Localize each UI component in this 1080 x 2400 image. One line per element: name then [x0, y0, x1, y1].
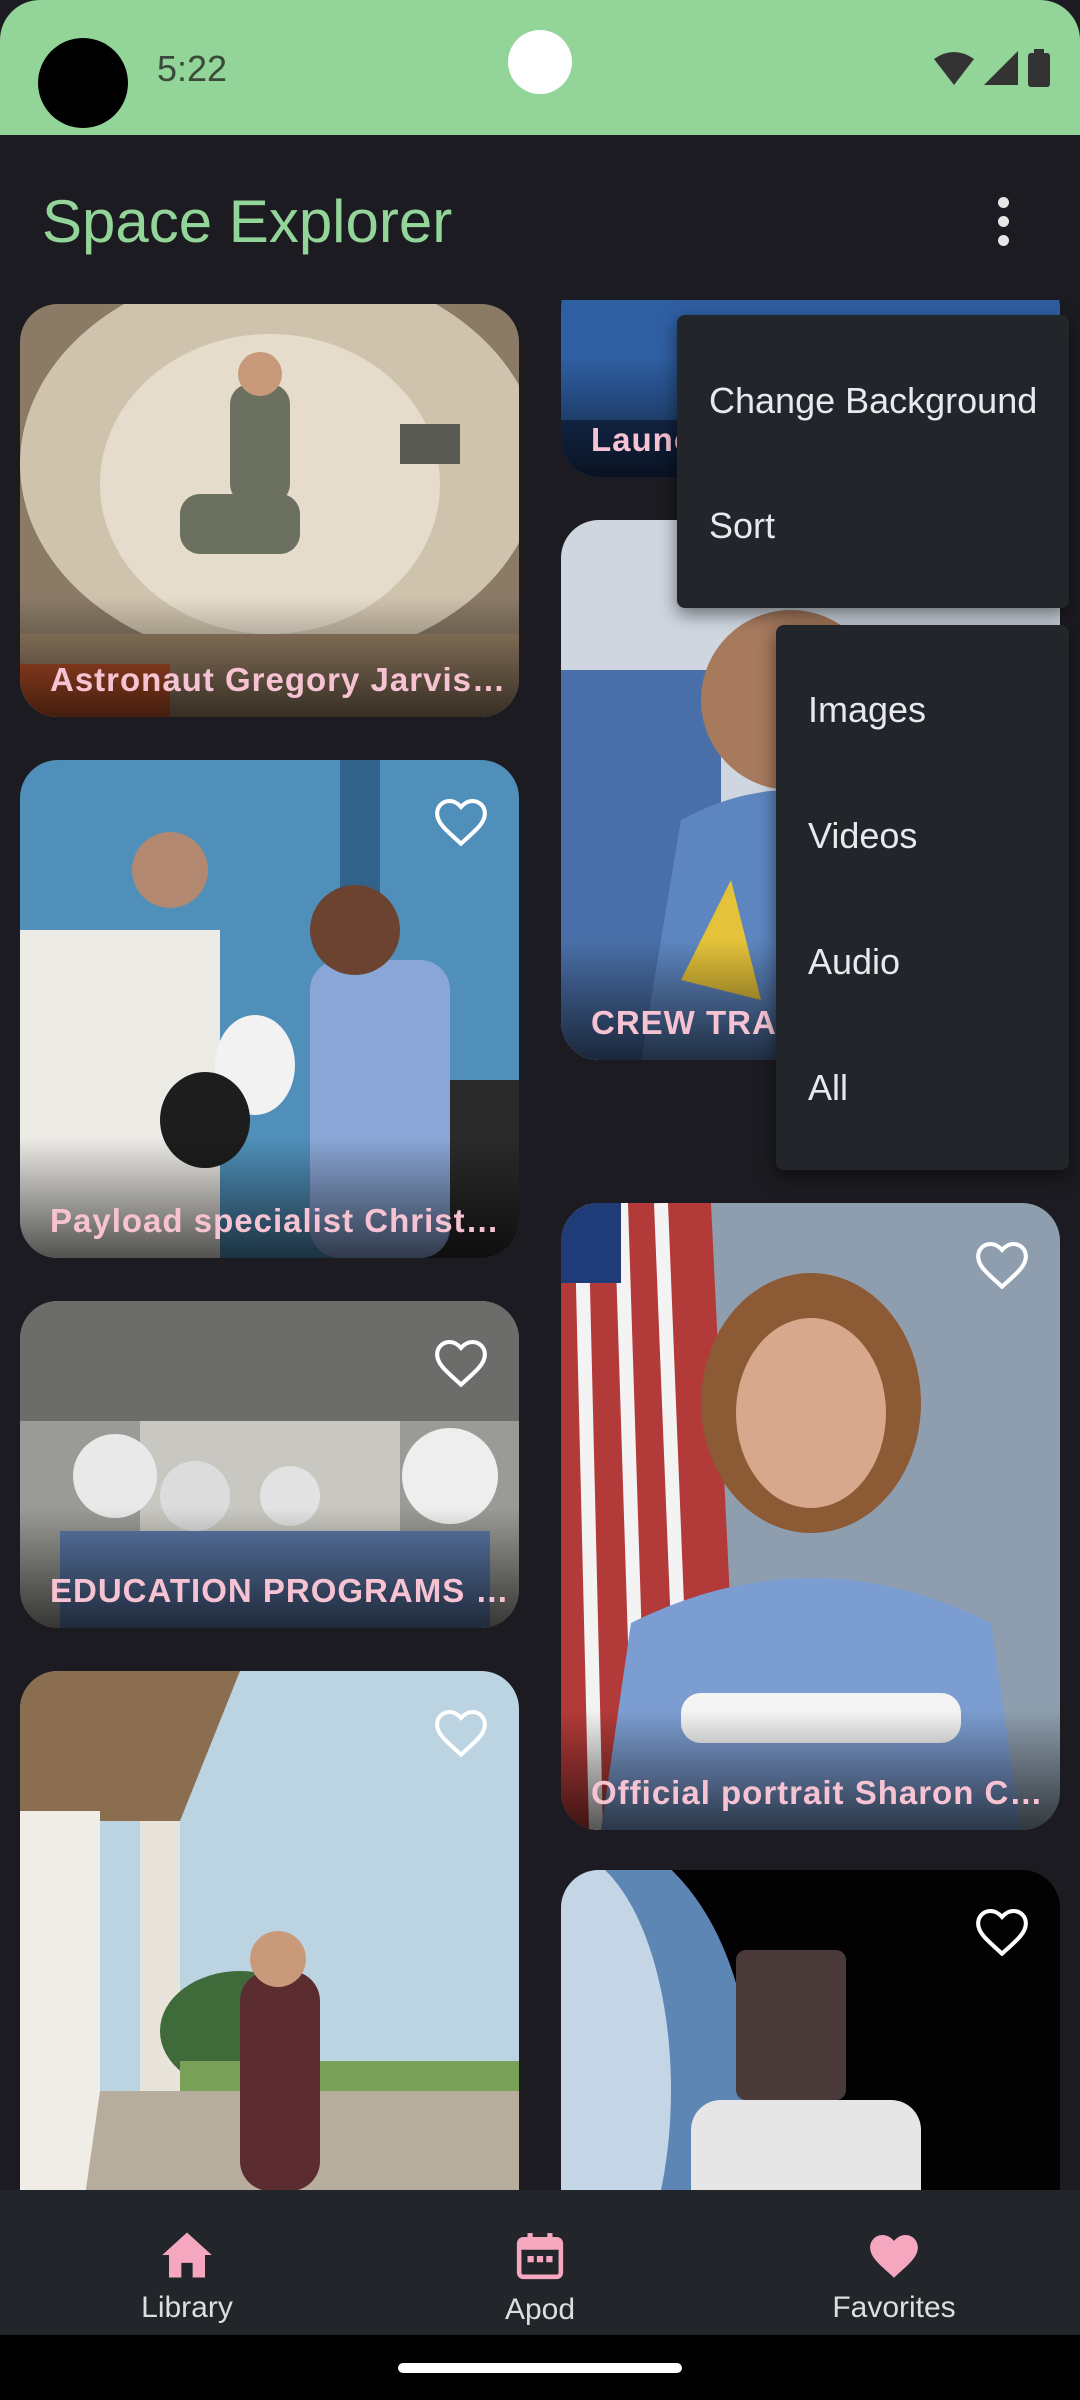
nav-label: Apod	[504, 2293, 576, 2326]
overflow-menu: Change Background Sort	[677, 315, 1069, 608]
card-caption: Official portrait Sharon Chr...	[591, 1774, 1050, 1811]
media-card[interactable]: Astronaut Gregory Jarvis d...	[20, 304, 519, 717]
favorite-heart-icon[interactable]	[433, 1707, 489, 1757]
menu-item-videos[interactable]: Videos	[808, 815, 917, 857]
page-title: Space Explorer	[42, 188, 453, 255]
menu-item-images[interactable]: Images	[808, 689, 926, 731]
heart-icon	[870, 2235, 918, 2278]
nav-item-library[interactable]: Library	[87, 2230, 287, 2325]
nav-label: Favorites	[832, 2291, 956, 2324]
nav-item-favorites[interactable]: Favorites	[794, 2230, 994, 2325]
favorite-heart-icon[interactable]	[974, 1906, 1030, 1956]
favorite-heart-icon[interactable]	[974, 1239, 1030, 1289]
camera-cutout	[38, 38, 128, 128]
favorite-heart-icon[interactable]	[433, 1337, 489, 1387]
nav-label: Library	[141, 2291, 233, 2324]
status-time: 5:22	[157, 48, 228, 89]
sort-submenu: Images Videos Audio All	[776, 625, 1069, 1170]
media-card[interactable]: EDUCATION PROGRAMS - ...	[20, 1301, 519, 1628]
media-card[interactable]	[561, 1870, 1060, 2190]
calendar-icon	[516, 2233, 564, 2280]
system-nav-bar	[0, 2335, 1080, 2400]
status-bar: 5:22	[0, 0, 1080, 135]
wifi-icon	[934, 52, 974, 85]
home-icon	[162, 2232, 212, 2278]
card-caption: Astronaut Gregory Jarvis d...	[50, 661, 509, 698]
notification-dot	[508, 30, 572, 94]
menu-item-change-background[interactable]: Change Background	[709, 380, 1037, 422]
status-icons	[934, 48, 1050, 88]
battery-icon	[1028, 49, 1050, 87]
nav-item-apod[interactable]: Apod	[440, 2230, 640, 2327]
signal-icon	[984, 51, 1018, 85]
menu-item-sort[interactable]: Sort	[709, 505, 775, 547]
card-caption: EDUCATION PROGRAMS - ...	[50, 1572, 509, 1609]
app-bar: Space Explorer	[0, 135, 1080, 300]
media-card[interactable]: Payload specialist Christa ...	[20, 760, 519, 1258]
media-card[interactable]	[20, 1671, 519, 2190]
menu-item-all[interactable]: All	[808, 1067, 848, 1109]
media-card[interactable]: Official portrait Sharon Chr...	[561, 1203, 1060, 1830]
menu-item-audio[interactable]: Audio	[808, 941, 900, 983]
gesture-handle[interactable]	[398, 2363, 682, 2373]
more-vert-icon[interactable]	[995, 197, 1011, 247]
bottom-nav: Library Apod Favorites	[0, 2190, 1080, 2335]
card-caption: Payload specialist Christa ...	[50, 1202, 509, 1239]
favorite-heart-icon[interactable]	[433, 796, 489, 846]
